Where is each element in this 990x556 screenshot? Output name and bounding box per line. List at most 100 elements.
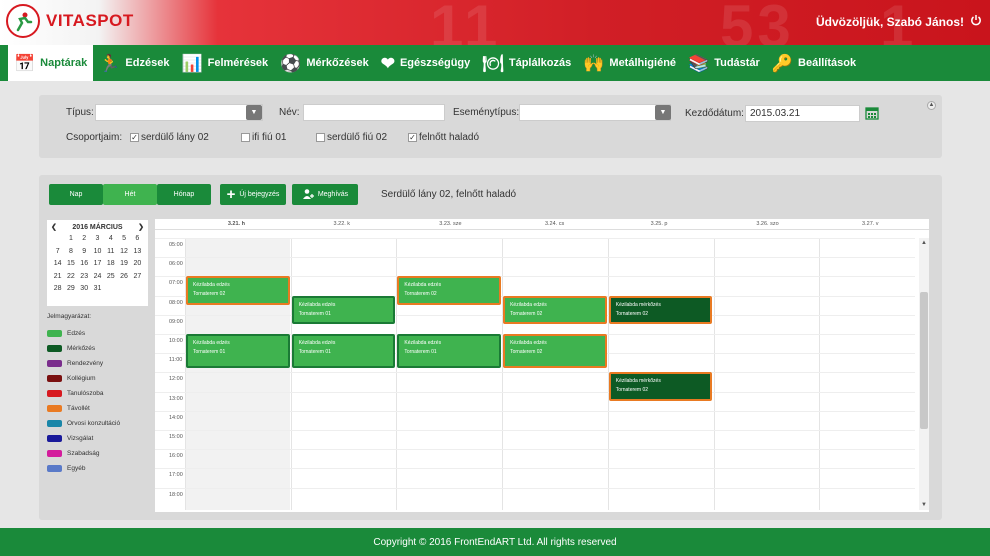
mini-calendar-day[interactable]: 20 <box>131 259 144 270</box>
month-view-button[interactable]: Hónap <box>157 184 211 205</box>
mini-calendar-day[interactable]: 28 <box>51 284 64 295</box>
checkbox-box[interactable]: ✓ <box>408 133 417 142</box>
mini-calendar-day[interactable]: 6 <box>131 234 144 245</box>
mini-calendar-day[interactable]: 27 <box>131 272 144 283</box>
nav-item[interactable]: 🏃 Edzések <box>93 45 175 81</box>
week-calendar: 3.21. h 3.22. k 3.23. sze 3.24. cs 3.25. p 3.… <box>155 219 929 512</box>
scrollbar[interactable]: ▲ ▼ <box>919 238 929 510</box>
chevron-down-icon[interactable]: ▼ <box>246 105 262 120</box>
event-type-select[interactable] <box>519 104 671 121</box>
group-checkbox[interactable]: serdülő fiú 02 <box>316 132 387 143</box>
bar-chart-icon: 📊 <box>181 53 203 73</box>
calendar-event[interactable]: Kézilabda edzés Tornaterem 02 <box>397 276 502 306</box>
scrollbar-thumb[interactable] <box>920 292 928 429</box>
calendar-event[interactable]: Kézilabda edzés Tornaterem 02 <box>503 334 607 368</box>
mini-calendar-day[interactable]: 4 <box>104 234 117 245</box>
checkbox-box[interactable] <box>241 133 250 142</box>
scroll-down-icon[interactable]: ▼ <box>921 502 927 508</box>
group-checkbox[interactable]: ✓ serdülő lány 02 <box>130 132 209 143</box>
mini-calendar-day[interactable]: 9 <box>78 247 91 258</box>
mini-calendar-day[interactable]: 30 <box>78 284 91 295</box>
mini-calendar-day[interactable]: 16 <box>78 259 91 270</box>
calendar-icon[interactable] <box>865 106 879 123</box>
scroll-up-icon[interactable]: ▲ <box>921 240 927 246</box>
calendar-event[interactable]: Kézilabda mérkőzés Tornaterem 02 <box>608 372 713 402</box>
invite-button[interactable]: Meghívás <box>292 184 358 205</box>
calendar-event[interactable]: Kézilabda edzés Tornaterem 01 <box>397 334 502 368</box>
mini-calendar-day[interactable]: 19 <box>117 259 130 270</box>
checkbox-box[interactable] <box>316 133 325 142</box>
group-checkbox[interactable]: ✓ felnőtt haladó <box>408 132 479 143</box>
mini-calendar-day[interactable]: 2 <box>78 234 91 245</box>
mini-calendar-day[interactable]: 26 <box>117 272 130 283</box>
day-header[interactable]: 3.24. cs <box>545 221 564 227</box>
hour-line <box>155 410 915 412</box>
calendar-event[interactable]: Kézilabda edzés Tornaterem 01 <box>291 295 396 325</box>
day-header[interactable]: 3.25. p <box>651 221 668 227</box>
mini-calendar-day[interactable]: 17 <box>91 259 104 270</box>
mini-calendar-day[interactable]: 24 <box>91 272 104 283</box>
event-title: Kézilabda edzés <box>193 340 230 346</box>
brand-logo[interactable]: VITASPOT <box>6 4 134 38</box>
nav-item[interactable]: 📊 Felmérések <box>175 45 274 81</box>
name-input[interactable] <box>303 104 445 121</box>
event-title: Kézilabda edzés <box>298 340 336 346</box>
nav-item[interactable]: 🔑 Beállítások <box>766 45 862 81</box>
group-checkbox-label: serdülő fiú 02 <box>327 132 388 143</box>
calendar-event[interactable]: Kézilabda edzés Tornaterem 01 <box>291 334 396 368</box>
day-header[interactable]: 3.26. szo <box>756 221 778 227</box>
day-header[interactable]: 3.21. h <box>228 221 245 227</box>
main-navigation: 📅 Naptárak 🏃 Edzések 📊 Felmérések ⚽ Mérkőzések ❤… <box>0 45 990 81</box>
mini-calendar-day[interactable]: 23 <box>78 272 91 283</box>
nav-item[interactable]: 🍽 Táplálkozás <box>476 45 577 81</box>
calendar-event[interactable]: Kézilabda edzés Tornaterem 02 <box>503 295 607 325</box>
nav-item[interactable]: 📅 Naptárak <box>8 45 94 81</box>
mini-calendar-day[interactable]: 25 <box>104 272 117 283</box>
mini-calendar-day[interactable]: 31 <box>91 284 104 295</box>
mini-calendar-day[interactable]: 11 <box>104 247 117 258</box>
group-checkbox[interactable]: ifi fiú 01 <box>241 132 286 143</box>
mini-calendar-day[interactable]: 12 <box>117 247 130 258</box>
type-select[interactable] <box>95 104 263 121</box>
mini-calendar-day[interactable]: 14 <box>51 259 64 270</box>
calendar-event[interactable]: Kézilabda mérkőzés Tornaterem 02 <box>608 295 713 325</box>
mini-calendar-day[interactable]: 21 <box>51 272 64 283</box>
mini-calendar-day[interactable]: 13 <box>131 247 144 258</box>
mini-calendar-day[interactable]: 5 <box>117 234 130 245</box>
mini-calendar-day[interactable]: 29 <box>64 284 77 295</box>
new-entry-button[interactable]: + Új bejegyzés <box>220 184 286 205</box>
invite-label: Meghívás <box>317 191 349 198</box>
day-header[interactable]: 3.27. v <box>862 221 879 227</box>
mini-calendar-day[interactable]: 18 <box>104 259 117 270</box>
nav-item-label: Beállítások <box>798 57 857 69</box>
mini-calendar-day[interactable]: 3 <box>91 234 104 245</box>
nav-item[interactable]: 📚 Tudástár <box>682 45 766 81</box>
chevron-down-icon[interactable]: ▼ <box>655 105 671 120</box>
calendar-event[interactable]: Kézilabda edzés Tornaterem 02 <box>186 276 290 306</box>
legend-label: Tanulószoba <box>67 390 104 397</box>
day-header[interactable]: 3.22. k <box>334 221 351 227</box>
legend-label: Távollét <box>67 405 90 412</box>
event-location: Tornaterem 02 <box>615 387 649 394</box>
time-grid[interactable]: 05:00 06:00 07:00 08:00 09:00 10:00 11:00 12:00… <box>155 238 917 510</box>
day-header[interactable]: 3.23. sze <box>439 221 461 227</box>
nav-item[interactable]: 🙌 Metálhigiéné <box>577 45 682 81</box>
nav-item[interactable]: ⚽ Mérkőzések <box>274 45 375 81</box>
mini-calendar-day[interactable]: 10 <box>91 247 104 258</box>
mini-calendar-day[interactable]: 1 <box>64 234 77 245</box>
collapse-icon[interactable]: ▲ <box>927 101 936 110</box>
week-view-button[interactable]: Hét <box>103 184 157 205</box>
mini-calendar-day[interactable]: 15 <box>64 259 77 270</box>
mini-calendar-day[interactable]: 8 <box>64 247 77 258</box>
mini-calendar-day[interactable]: 22 <box>64 272 77 283</box>
chevron-left-icon[interactable]: ❮ <box>51 223 57 231</box>
key-icon: 🔑 <box>771 53 794 73</box>
nav-item[interactable]: ❤ Egészségügy <box>375 45 477 81</box>
chevron-right-icon[interactable]: ❯ <box>138 223 144 231</box>
mini-calendar-day[interactable]: 7 <box>51 247 64 258</box>
start-date-input[interactable] <box>745 105 860 122</box>
calendar-event[interactable]: Kézilabda edzés Tornaterem 01 <box>186 334 290 368</box>
checkbox-box[interactable]: ✓ <box>130 133 139 142</box>
power-icon[interactable] <box>970 14 982 29</box>
day-view-button[interactable]: Nap <box>49 184 103 205</box>
